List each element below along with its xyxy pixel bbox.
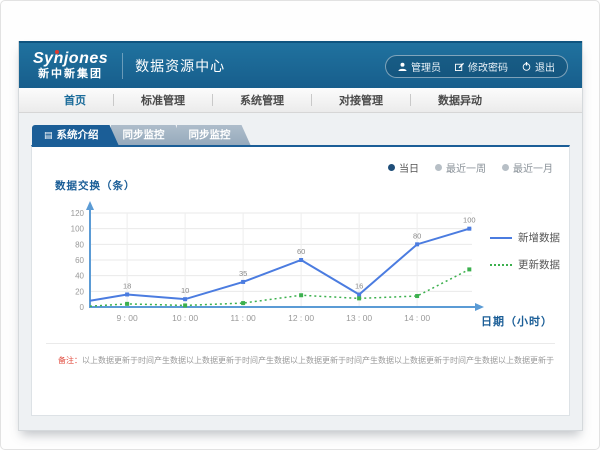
content-area: ▤ 系统介绍 同步监控 同步监控 当日 最近一周 — [19, 113, 582, 430]
nav-item-system-mgmt[interactable]: 系统管理 — [213, 92, 311, 108]
footnote: 备注：以上数据更新于时间产生数据以上数据更新于时间产生数据以上数据更新于时间产生… — [58, 355, 554, 366]
svg-text:18: 18 — [123, 281, 131, 290]
svg-text:11 : 00: 11 : 00 — [230, 313, 256, 323]
edit-icon — [455, 62, 464, 71]
blue-line-swatch-icon — [490, 237, 512, 239]
y-axis-title: 数据交换（条） — [55, 178, 136, 193]
tab-label: 同步监控 — [189, 129, 231, 141]
svg-text:10 : 00: 10 : 00 — [172, 313, 198, 323]
logo-text-en: Synjones — [33, 51, 108, 67]
legend-label: 更新数据 — [518, 257, 560, 272]
filter-label: 最近一月 — [513, 160, 553, 175]
header-divider — [122, 53, 123, 79]
svg-text:14 : 00: 14 : 00 — [404, 313, 430, 323]
svg-text:16: 16 — [355, 281, 363, 290]
chart-legend: 新增数据 更新数据 — [490, 230, 560, 284]
svg-text:120: 120 — [71, 209, 85, 218]
svg-text:100: 100 — [71, 225, 85, 234]
user-menu[interactable]: 管理员 — [398, 59, 441, 74]
nav-item-home[interactable]: 首页 — [37, 92, 113, 108]
top-header: Synjones 新中新集团 数据资源中心 管理员 修改密码 退出 — [19, 41, 582, 88]
app-window: Synjones 新中新集团 数据资源中心 管理员 修改密码 退出 — [18, 41, 583, 431]
user-icon — [398, 62, 407, 71]
svg-text:40: 40 — [75, 272, 84, 281]
nav-item-interface-mgmt[interactable]: 对接管理 — [312, 92, 410, 108]
logo-text-cn: 新中新集团 — [38, 69, 103, 80]
footnote-text: 以上数据更新于时间产生数据以上数据更新于时间产生数据以上数据更新于时间产生数据以… — [82, 356, 554, 365]
svg-text:13 : 00: 13 : 00 — [346, 313, 372, 323]
line-chart: 0 20 40 60 80 100 120 9 : 00 10 : 00 11 : 00 12 : … — [52, 195, 502, 335]
filter-label: 最近一周 — [446, 160, 486, 175]
tab-label: 同步监控 — [123, 129, 165, 141]
user-label: 管理员 — [411, 59, 441, 74]
filter-last-week[interactable]: 最近一周 — [435, 160, 486, 175]
main-nav: 首页 标准管理 系统管理 对接管理 数据异动 — [19, 88, 582, 113]
svg-text:80: 80 — [75, 240, 84, 249]
chart-container: 0 20 40 60 80 100 120 9 : 00 10 : 00 11 : 00 12 : … — [52, 195, 502, 340]
chart-panel: 当日 最近一周 最近一月 数据交换（条） 0 20 40 60 80 100 120 9 : … — [31, 145, 570, 416]
svg-text:12 : 00: 12 : 00 — [288, 313, 314, 323]
radio-dot-icon — [502, 164, 509, 171]
period-filter-row: 当日 最近一周 最近一月 — [388, 160, 553, 175]
logo-red-dot-icon — [55, 50, 59, 54]
change-password-button[interactable]: 修改密码 — [455, 59, 508, 74]
tab-bar: ▤ 系统介绍 同步监控 同步监控 — [32, 125, 570, 145]
svg-text:60: 60 — [75, 256, 84, 265]
radio-dot-icon — [388, 164, 395, 171]
user-controls: 管理员 修改密码 退出 — [385, 55, 568, 78]
logout-button[interactable]: 退出 — [522, 59, 555, 74]
svg-text:100: 100 — [463, 216, 476, 225]
logout-label: 退出 — [535, 59, 555, 74]
app-title: 数据资源中心 — [135, 56, 225, 76]
legend-label: 新增数据 — [518, 230, 560, 245]
svg-text:10: 10 — [181, 286, 189, 295]
filter-last-month[interactable]: 最近一月 — [502, 160, 553, 175]
power-icon — [522, 62, 531, 71]
tab-sync-monitor-1[interactable]: 同步监控 — [111, 125, 185, 145]
document-icon: ▤ — [44, 130, 53, 140]
svg-text:20: 20 — [75, 287, 84, 296]
svg-text:35: 35 — [239, 269, 247, 278]
nav-item-data-change[interactable]: 数据异动 — [411, 92, 509, 108]
x-axis-title: 日期（小时） — [481, 313, 553, 329]
radio-dot-icon — [435, 164, 442, 171]
change-password-label: 修改密码 — [468, 59, 508, 74]
svg-text:9 : 00: 9 : 00 — [116, 313, 138, 323]
filter-label: 当日 — [399, 160, 419, 175]
tab-label: 系统介绍 — [57, 129, 99, 141]
legend-item-new-data: 新增数据 — [490, 230, 560, 245]
tab-sync-monitor-2[interactable]: 同步监控 — [177, 125, 251, 145]
legend-item-updated-data: 更新数据 — [490, 257, 560, 272]
nav-item-standard-mgmt[interactable]: 标准管理 — [114, 92, 212, 108]
green-dotted-swatch-icon — [490, 264, 512, 266]
note-divider — [46, 343, 555, 344]
tab-system-intro[interactable]: ▤ 系统介绍 — [32, 125, 119, 145]
footnote-prefix: 备注： — [58, 356, 82, 365]
filter-today[interactable]: 当日 — [388, 160, 419, 175]
svg-text:60: 60 — [297, 247, 305, 256]
svg-text:0: 0 — [80, 303, 85, 312]
company-logo: Synjones 新中新集团 — [33, 51, 108, 80]
svg-text:80: 80 — [413, 231, 421, 240]
screenshot-frame: Synjones 新中新集团 数据资源中心 管理员 修改密码 退出 — [0, 0, 600, 450]
